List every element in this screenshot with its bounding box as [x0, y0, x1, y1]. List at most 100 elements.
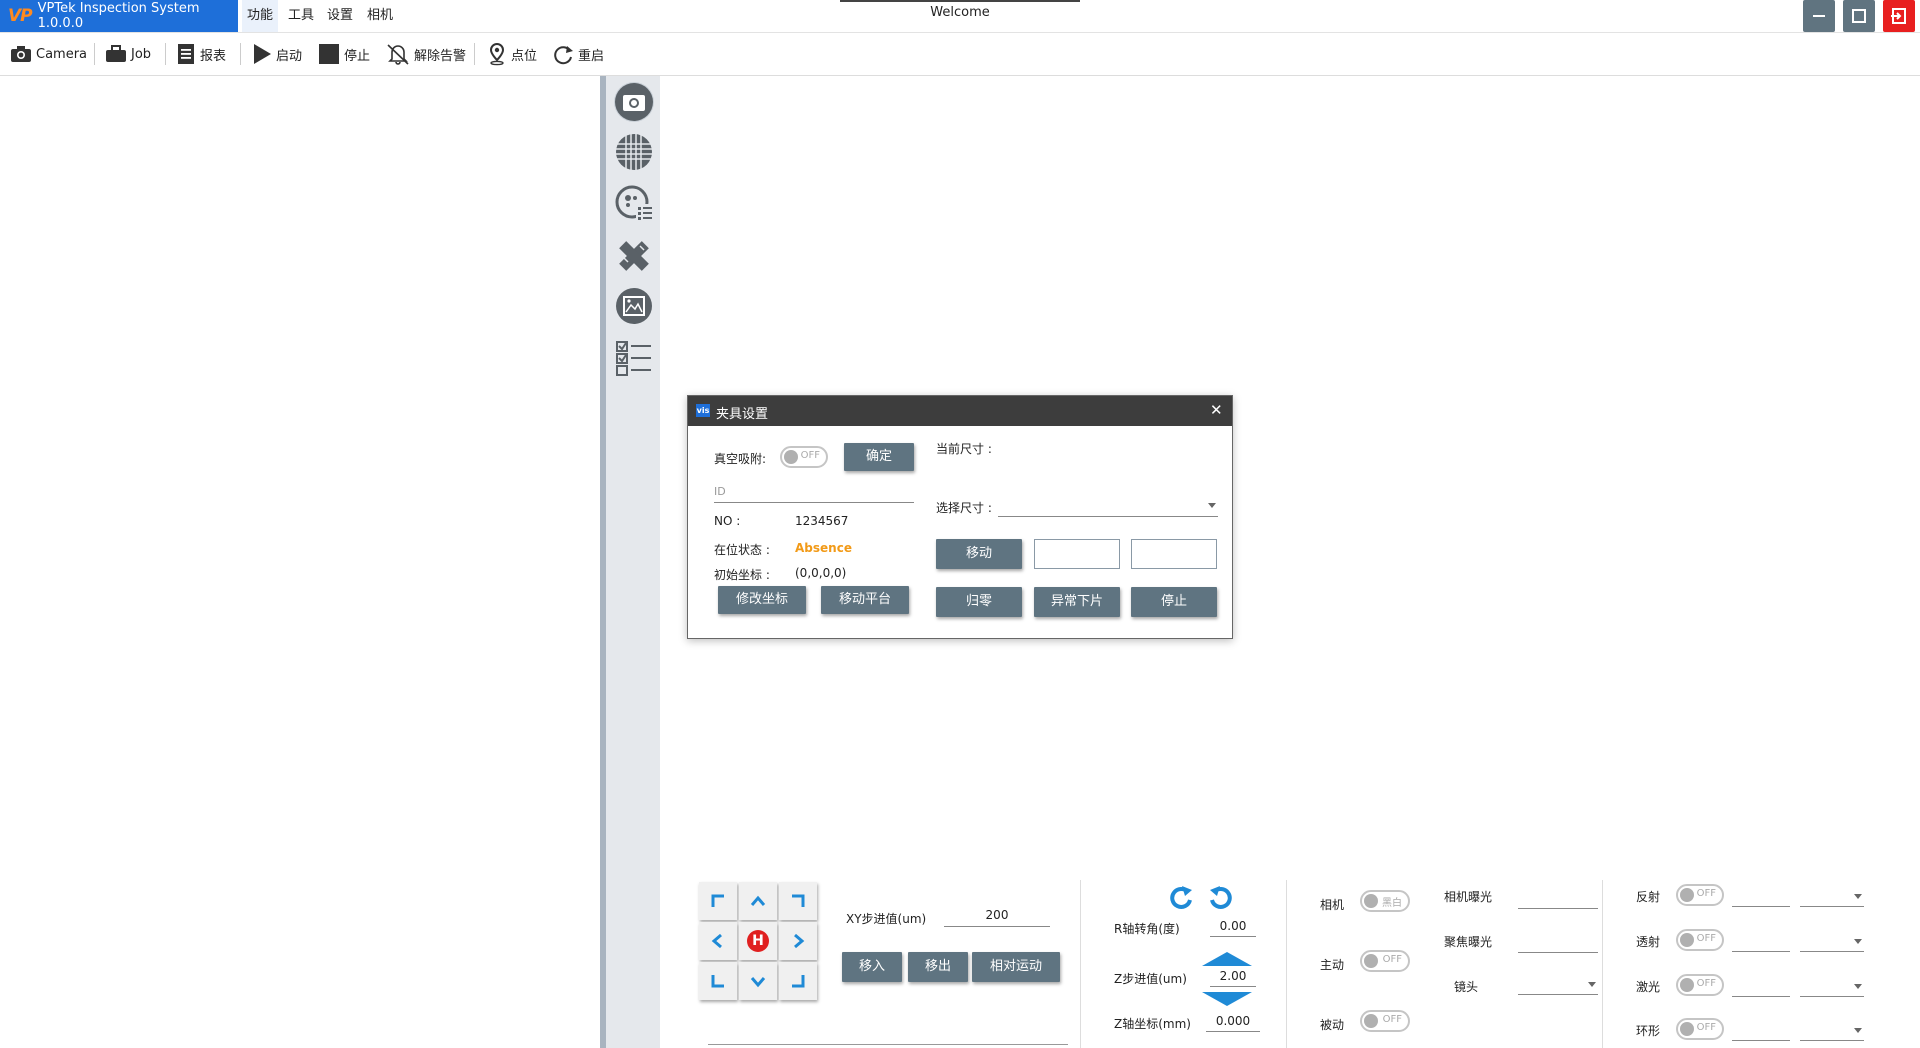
- reflect-intensity-input[interactable]: [1732, 886, 1790, 907]
- tab-welcome[interactable]: Welcome: [840, 0, 1080, 26]
- toggle-knob: [1364, 1014, 1378, 1028]
- passive-label: 被动: [1320, 1018, 1345, 1032]
- fixture-settings-dialog: vis 夹具设置 ✕ 真空吸附: OFF 确定 ID NO : 1234567 …: [687, 395, 1233, 639]
- maximize-button[interactable]: [1843, 0, 1875, 32]
- home-button[interactable]: 归零: [936, 587, 1022, 617]
- menu-camera[interactable]: 相机: [362, 0, 398, 32]
- toolbar-divider: [240, 43, 241, 65]
- modify-coord-button[interactable]: 修改坐标: [718, 586, 806, 614]
- toggle-knob: [1364, 894, 1378, 908]
- location-pin-icon: [489, 42, 505, 66]
- transmit-toggle[interactable]: OFF: [1676, 929, 1724, 951]
- chevron-left-icon: [711, 933, 722, 949]
- abnormal-unload-button[interactable]: 异常下片: [1034, 587, 1120, 617]
- camera-icon: [615, 83, 653, 121]
- jog-down-right-button[interactable]: [779, 962, 817, 1000]
- corner-down-left-icon: [711, 975, 724, 988]
- z-coord-input[interactable]: 0.000: [1206, 1011, 1260, 1032]
- dialog-stop-button[interactable]: 停止: [1131, 587, 1217, 617]
- transmit-toggle-state: OFF: [1696, 933, 1716, 944]
- dialog-close-button[interactable]: ✕: [1210, 401, 1223, 419]
- jog-down-button[interactable]: [739, 962, 777, 1000]
- laser-toggle-state: OFF: [1696, 978, 1716, 989]
- ring-select[interactable]: [1800, 1020, 1864, 1041]
- lens-label: 镜头: [1454, 980, 1479, 994]
- ring-intensity-input[interactable]: [1732, 1020, 1790, 1041]
- jog-left-button[interactable]: [699, 922, 737, 960]
- clear-alarm-tool[interactable]: 解除告警: [386, 41, 466, 67]
- transmit-select[interactable]: [1800, 931, 1864, 952]
- rotate-cw-button[interactable]: [1208, 884, 1234, 913]
- transmit-intensity-input[interactable]: [1732, 931, 1790, 952]
- menu-tools[interactable]: 工具: [283, 0, 319, 32]
- ring-toggle-state: OFF: [1696, 1022, 1716, 1033]
- side-grid-button[interactable]: [614, 132, 654, 172]
- report-tool[interactable]: 报表: [176, 41, 226, 67]
- laser-select[interactable]: [1800, 976, 1864, 997]
- laser-toggle[interactable]: OFF: [1676, 974, 1724, 996]
- rotate-ccw-button[interactable]: [1168, 884, 1194, 913]
- stop-icon: [319, 44, 339, 64]
- jog-up-right-button[interactable]: [779, 882, 817, 920]
- start-tool[interactable]: 启动: [252, 41, 302, 67]
- stop-tool[interactable]: 停止: [318, 41, 370, 67]
- camera-exposure-input[interactable]: [1518, 888, 1598, 909]
- grid-sphere-icon: [616, 134, 652, 170]
- restart-tool-label: 重启: [578, 48, 605, 64]
- jog-up-left-button[interactable]: [699, 882, 737, 920]
- passive-toggle[interactable]: OFF: [1360, 1010, 1410, 1032]
- side-tools-button[interactable]: [614, 236, 654, 276]
- relative-move-button[interactable]: 相对运动: [972, 952, 1060, 982]
- toolbar-divider: [94, 43, 95, 65]
- side-camera-button[interactable]: [614, 82, 654, 122]
- focus-exposure-label: 聚焦曝光: [1444, 935, 1493, 949]
- move-out-button[interactable]: 移出: [908, 952, 968, 982]
- size-select[interactable]: [998, 494, 1218, 517]
- r-angle-input[interactable]: 0.00: [1210, 916, 1256, 937]
- move-platform-button[interactable]: 移动平台: [821, 586, 909, 614]
- move-button[interactable]: 移动: [936, 539, 1022, 569]
- active-toggle[interactable]: OFF: [1360, 950, 1410, 972]
- ruler-pencil-icon: [619, 241, 649, 271]
- confirm-button[interactable]: 确定: [844, 443, 914, 471]
- menu-function[interactable]: 功能: [242, 0, 279, 32]
- camera-color-toggle[interactable]: 黑白: [1360, 890, 1410, 912]
- focus-exposure-input[interactable]: [1518, 932, 1598, 953]
- exit-button[interactable]: [1883, 0, 1915, 32]
- side-image-button[interactable]: [614, 286, 654, 326]
- dialog-title: 夹具设置: [716, 407, 769, 422]
- z-step-input[interactable]: 2.00: [1210, 966, 1256, 987]
- no-label: NO :: [714, 514, 741, 528]
- chevron-down-icon: [1208, 503, 1216, 508]
- id-field[interactable]: ID: [714, 482, 914, 503]
- minimize-button[interactable]: [1803, 0, 1835, 32]
- reflect-select[interactable]: [1800, 886, 1864, 907]
- point-tool[interactable]: 点位: [487, 41, 537, 67]
- menu-settings[interactable]: 设置: [322, 0, 358, 32]
- move-y-input[interactable]: [1131, 539, 1217, 569]
- xy-step-input[interactable]: 200: [944, 904, 1050, 927]
- camera-tool[interactable]: Camera: [10, 41, 87, 67]
- reflect-toggle[interactable]: OFF: [1676, 884, 1724, 906]
- job-tool-label: Job: [131, 46, 152, 62]
- z-down-button[interactable]: [1202, 990, 1252, 1011]
- image-frame-icon: [616, 288, 652, 324]
- restart-tool[interactable]: 重启: [552, 41, 604, 67]
- dialog-header: vis 夹具设置 ✕: [688, 396, 1232, 426]
- ring-toggle[interactable]: OFF: [1676, 1018, 1724, 1040]
- job-tool[interactable]: Job: [105, 41, 151, 67]
- laser-intensity-input[interactable]: [1732, 976, 1790, 997]
- move-x-input[interactable]: [1034, 539, 1120, 569]
- side-calibrate-button[interactable]: [614, 184, 654, 224]
- lens-select[interactable]: [1518, 974, 1598, 995]
- jog-right-button[interactable]: [779, 922, 817, 960]
- jog-home-button[interactable]: H: [739, 922, 777, 960]
- jog-down-left-button[interactable]: [699, 962, 737, 1000]
- side-checklist-button[interactable]: [614, 338, 654, 378]
- clear-alarm-tool-label: 解除告警: [414, 48, 467, 64]
- section-divider: [1080, 880, 1081, 1048]
- jog-up-button[interactable]: [739, 882, 777, 920]
- move-in-button[interactable]: 移入: [842, 952, 902, 982]
- active-toggle-state: OFF: [1382, 954, 1402, 965]
- vacuum-toggle[interactable]: OFF: [780, 446, 828, 468]
